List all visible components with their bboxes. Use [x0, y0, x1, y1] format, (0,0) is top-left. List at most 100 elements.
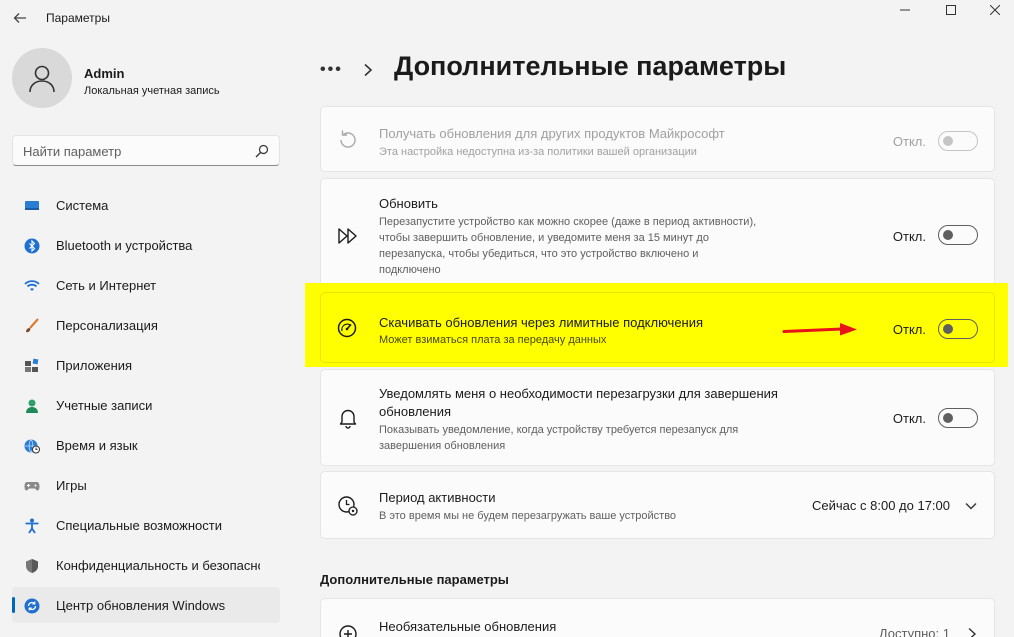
notify-restart-setting: Уведомлять меня о необходимости перезагр…	[320, 369, 995, 466]
sidebar-item-label: Система	[56, 198, 109, 213]
search-icon	[255, 144, 269, 158]
bluetooth-icon	[24, 238, 40, 254]
other-products-setting: Получать обновления для других продуктов…	[320, 106, 995, 172]
refresh-icon	[340, 130, 356, 148]
minimize-icon	[900, 9, 910, 11]
sidebar-item-label: Время и язык	[56, 438, 138, 453]
setting-title: Обновить	[379, 196, 438, 211]
description-line: подключено	[379, 264, 441, 276]
setting-title: Скачивать обновления через лимитные подк…	[379, 315, 704, 330]
optional-updates-count: Доступно: 1	[878, 626, 950, 637]
toggle-knob	[943, 324, 953, 334]
clock-icon	[338, 496, 358, 516]
sidebar-item-privacy[interactable]: Конфиденциальность и безопасность	[12, 547, 280, 583]
section-title: Дополнительные параметры	[320, 572, 509, 587]
active-hours-value: Сейчас с 8:00 до 17:00	[812, 498, 950, 513]
plus-circle-icon	[339, 625, 357, 637]
apps-icon	[25, 358, 39, 372]
avatar	[12, 48, 72, 108]
account-type: Локальная учетная запись	[84, 85, 220, 97]
other-products-toggle[interactable]	[938, 131, 978, 151]
description-line: Показывать уведомление, когда устройству…	[379, 424, 739, 436]
setting-description: Перезапустите устройство как можно скоре…	[379, 214, 756, 278]
sidebar-item-time-language[interactable]: Время и язык	[12, 427, 280, 463]
sidebar-item-label: Конфиденциальность и безопасность	[56, 558, 260, 573]
speedometer-icon	[337, 318, 357, 338]
notify-restart-toggle[interactable]	[938, 408, 978, 428]
setting-title: Получать обновления для других продуктов…	[379, 126, 725, 141]
toggle-state-label: Откл.	[892, 134, 926, 149]
sidebar-item-bluetooth[interactable]: Bluetooth и устройства	[12, 227, 280, 263]
chevron-right-icon	[363, 63, 373, 77]
globe-clock-icon	[24, 439, 40, 454]
back-arrow-icon	[13, 13, 26, 23]
minimize-button[interactable]	[882, 0, 928, 20]
toggle-state-label: Откл.	[892, 322, 926, 337]
active-hours-setting[interactable]: Период активности В это время мы не буде…	[320, 471, 995, 539]
description-line: чтобы завершить обновление, и уведомите …	[379, 232, 709, 244]
gamepad-icon	[24, 482, 40, 491]
setting-title: Необязательные обновления	[379, 619, 557, 634]
sidebar-item-label: Центр обновления Windows	[56, 598, 226, 613]
sidebar-item-personalization[interactable]: Персонализация	[12, 307, 280, 343]
setting-title: Уведомлять меня о необходимости перезагр…	[379, 385, 778, 421]
description-line: завершения обновления	[379, 440, 506, 452]
title-line: обновления	[379, 404, 451, 419]
chevron-down-icon[interactable]	[964, 499, 978, 513]
sidebar-item-accessibility[interactable]: Специальные возможности	[12, 507, 280, 543]
setting-description: Эта настройка недоступна из-за политики …	[379, 146, 697, 158]
bell-icon	[339, 409, 357, 429]
brush-icon	[26, 318, 39, 333]
optional-updates-setting[interactable]: Необязательные обновления Доступно: 1	[320, 598, 995, 637]
arrow-annotation	[782, 323, 857, 336]
restart-asap-setting: Обновить Перезапустите устройство как мо…	[320, 178, 995, 287]
sidebar-item-gaming[interactable]: Игры	[12, 467, 280, 503]
sidebar-item-system[interactable]: Система	[12, 187, 280, 223]
sidebar-item-accounts[interactable]: Учетные записи	[12, 387, 280, 423]
metered-connections-setting: Скачивать обновления через лимитные подк…	[320, 292, 995, 363]
sidebar-nav: Система Bluetooth и устройства Сеть и Ин…	[12, 187, 280, 627]
user-icon	[29, 65, 55, 93]
sidebar-item-label: Bluetooth и устройства	[56, 238, 193, 253]
app-title: Параметры	[46, 11, 110, 25]
accessibility-icon	[25, 518, 39, 534]
chevron-right-icon	[968, 627, 977, 637]
sidebar-item-windows-update[interactable]: Центр обновления Windows	[12, 587, 280, 623]
title-line: Уведомлять меня о необходимости перезагр…	[379, 386, 778, 401]
toggle-state-label: Откл.	[892, 411, 926, 426]
wifi-icon	[24, 280, 40, 291]
close-icon	[990, 5, 1000, 15]
sidebar-item-network[interactable]: Сеть и Интернет	[12, 267, 280, 303]
breadcrumb-overflow-button[interactable]: •••	[320, 61, 343, 79]
restart-asap-toggle[interactable]	[938, 225, 978, 245]
system-icon	[25, 201, 39, 210]
description-line: перезапуска, чтобы убедиться, что это ус…	[379, 248, 699, 260]
sidebar-item-label: Игры	[56, 478, 87, 493]
back-button[interactable]	[10, 8, 30, 28]
sidebar-item-apps[interactable]: Приложения	[12, 347, 280, 383]
setting-description: Может взиматься плата за передачу данных	[379, 334, 607, 346]
toggle-knob	[943, 136, 953, 146]
sidebar-item-label: Специальные возможности	[56, 518, 222, 533]
sidebar-item-label: Учетные записи	[56, 398, 153, 413]
title-bar: Параметры	[0, 0, 1014, 36]
toggle-knob	[943, 413, 953, 423]
user-name: Admin	[84, 66, 125, 81]
account-icon	[26, 399, 38, 413]
fast-forward-icon	[338, 228, 357, 244]
setting-description: Показывать уведомление, когда устройству…	[379, 422, 738, 454]
search-placeholder: Найти параметр	[23, 144, 122, 159]
sidebar-item-label: Сеть и Интернет	[56, 278, 157, 293]
breadcrumb: •••	[320, 50, 373, 90]
sidebar-item-label: Приложения	[56, 358, 133, 373]
update-icon	[24, 598, 40, 614]
shield-icon	[26, 559, 38, 573]
search-input[interactable]: Найти параметр	[12, 135, 280, 166]
sidebar-item-label: Персонализация	[56, 318, 158, 333]
toggle-state-label: Откл.	[892, 229, 926, 244]
page-title: Дополнительные параметры	[394, 51, 787, 81]
close-button[interactable]	[972, 0, 1014, 20]
maximize-button[interactable]	[928, 0, 974, 20]
active-indicator	[12, 597, 15, 613]
metered-connections-toggle[interactable]	[938, 319, 978, 339]
